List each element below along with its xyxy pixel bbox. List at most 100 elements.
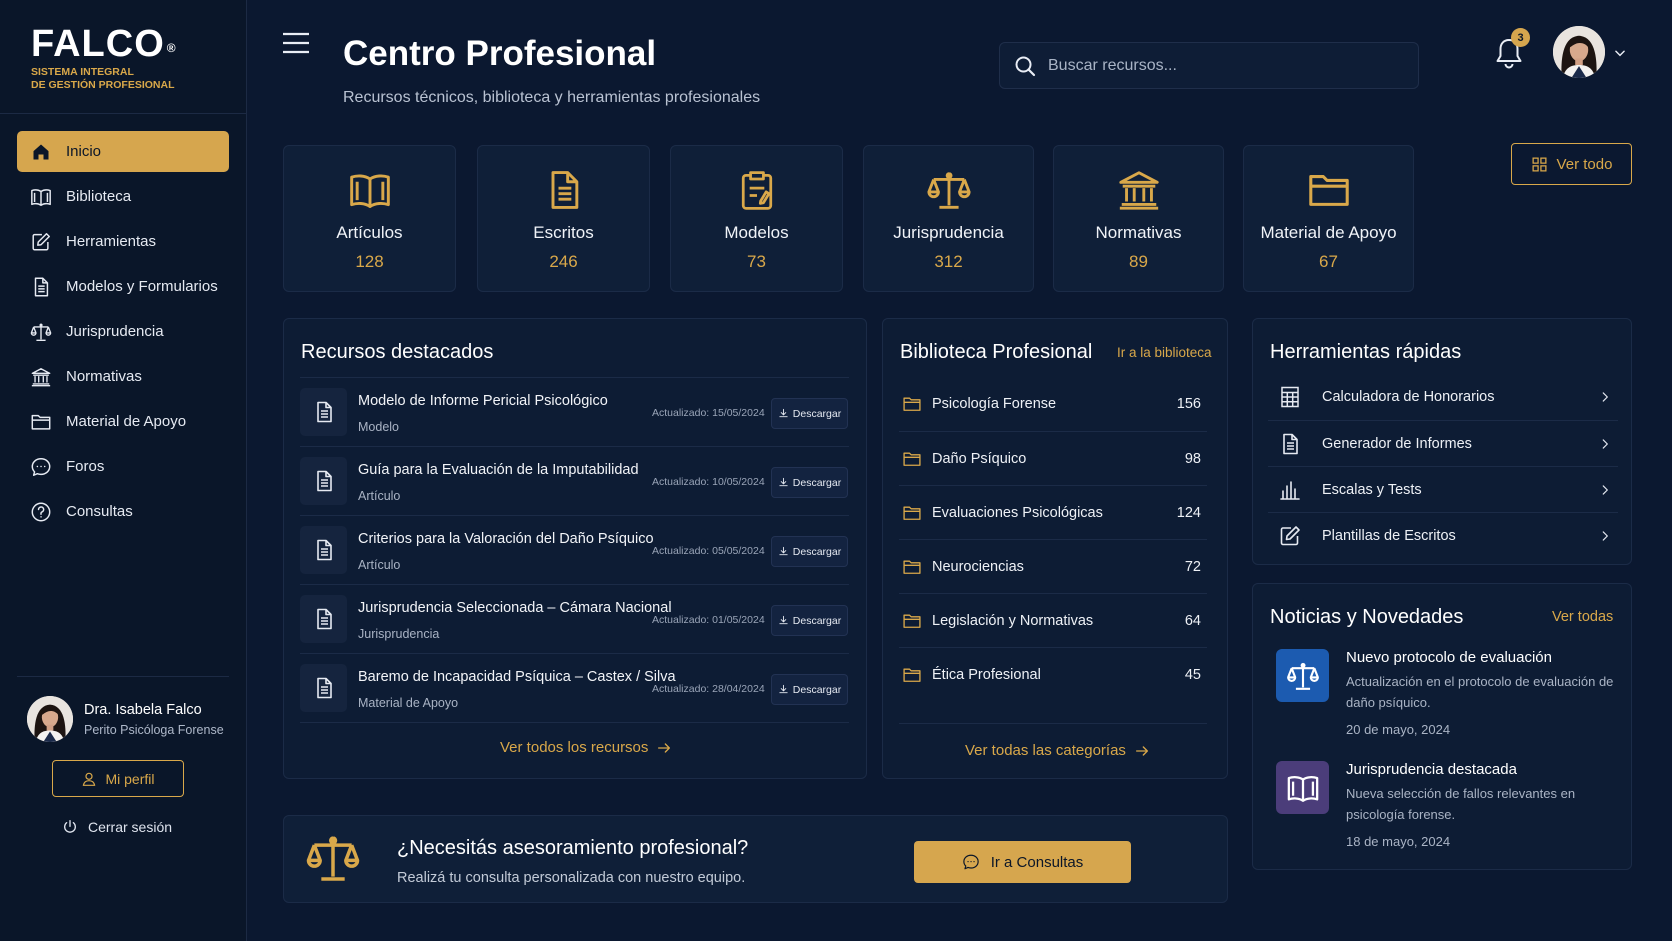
category-card-normativas[interactable]: Normativas 89: [1053, 145, 1224, 292]
news-date: 18 de mayo, 2024: [1346, 834, 1451, 849]
tool-row-calculadora[interactable]: Calculadora de Honorarios: [1268, 374, 1618, 420]
library-category-count: 98: [1184, 450, 1201, 467]
sidebar: FALCO ® SISTEMA INTEGRAL DE GESTIÓN PROFE…: [0, 0, 247, 941]
category-card-modelos[interactable]: Modelos 73: [670, 145, 843, 292]
link-label: Ver todas las categorías: [965, 742, 1126, 759]
user-menu-dropdown[interactable]: [1613, 46, 1627, 60]
category-name: Escritos: [533, 223, 594, 242]
search-bar[interactable]: [999, 42, 1419, 89]
user-avatar-button[interactable]: [1553, 26, 1605, 78]
resource-row[interactable]: Jurisprudencia Seleccionada – Cámara Nac…: [300, 584, 849, 653]
library-category-count: 45: [1184, 666, 1201, 683]
library-category-row[interactable]: Evaluaciones Psicológicas 124: [899, 485, 1207, 539]
download-button[interactable]: Descargar: [771, 398, 848, 429]
home-icon: [30, 141, 52, 163]
sidebar-item-biblioteca[interactable]: Biblioteca: [17, 176, 229, 217]
tool-row-escalas[interactable]: Escalas y Tests: [1268, 466, 1618, 512]
resource-date: Actualizado: 15/05/2024: [652, 407, 765, 419]
book-icon: [346, 166, 394, 214]
resource-title: Jurisprudencia Seleccionada – Cámara Nac…: [358, 600, 672, 616]
resource-row[interactable]: Baremo de Incapacidad Psíquica – Castex …: [300, 653, 849, 722]
download-label: Descargar: [792, 407, 842, 420]
download-button[interactable]: Descargar: [771, 674, 848, 705]
sidebar-item-foros[interactable]: Foros: [17, 446, 229, 487]
resource-type: Jurisprudencia: [358, 627, 440, 641]
resource-type: Modelo: [358, 420, 399, 434]
resource-type: Artículo: [358, 489, 401, 503]
edit-icon: [1278, 524, 1302, 548]
library-category-row[interactable]: Psicología Forense 156: [899, 377, 1207, 431]
logout-button[interactable]: Cerrar sesión: [62, 819, 172, 835]
sidebar-item-label: Material de Apoyo: [66, 413, 187, 430]
category-card-articulos[interactable]: Artículos 128: [283, 145, 456, 292]
library-category-row[interactable]: Legislación y Normativas 64: [899, 593, 1207, 647]
chat-icon: [962, 853, 980, 871]
download-button[interactable]: Descargar: [771, 605, 848, 636]
news-title: Jurisprudencia destacada: [1346, 761, 1517, 778]
resource-row[interactable]: Modelo de Informe Pericial Psicológico M…: [300, 377, 849, 446]
resource-row[interactable]: Criterios para la Valoración del Daño Ps…: [300, 515, 849, 584]
news-date: 20 de mayo, 2024: [1346, 722, 1451, 737]
grid-icon: [1531, 156, 1548, 173]
download-button[interactable]: Descargar: [771, 536, 848, 567]
category-card-escritos[interactable]: Escritos 246: [477, 145, 650, 292]
go-to-consultations-button[interactable]: Ir a Consultas: [914, 841, 1131, 883]
library-category-row[interactable]: Daño Psíquico 98: [899, 431, 1207, 485]
sidebar-item-inicio[interactable]: Inicio: [17, 131, 229, 172]
go-to-library-link[interactable]: Ir a la biblioteca: [1117, 345, 1212, 360]
view-all-button[interactable]: Ver todo: [1511, 143, 1632, 185]
sidebar-item-normativas[interactable]: Normativas: [17, 356, 229, 397]
calculator-icon: [1278, 385, 1302, 409]
cta-button-label: Ir a Consultas: [990, 853, 1084, 871]
tool-row-plantillas[interactable]: Plantillas de Escritos: [1268, 512, 1618, 558]
library-panel: Biblioteca Profesional Ir a la bibliotec…: [882, 318, 1228, 779]
page-title: Centro Profesional: [343, 34, 657, 73]
news-title: Nuevo protocolo de evaluación: [1346, 649, 1552, 666]
sidebar-item-consultas[interactable]: Consultas: [17, 491, 229, 532]
sidebar-item-label: Modelos y Formularios: [66, 278, 218, 295]
tool-name: Calculadora de Honorarios: [1322, 389, 1495, 405]
view-all-categories-link[interactable]: Ver todas las categorías: [965, 742, 1150, 759]
document-icon: [300, 664, 347, 712]
edit-icon: [30, 231, 52, 253]
bar-chart-icon: [1278, 478, 1302, 502]
my-profile-label: Mi perfil: [105, 770, 155, 787]
news-item[interactable]: Jurisprudencia destacada Nueva selección…: [1276, 761, 1621, 856]
document-icon: [300, 457, 347, 505]
library-category-name: Ética Profesional: [932, 666, 1041, 683]
search-input[interactable]: [1048, 56, 1388, 75]
resource-title: Guía para la Evaluación de la Imputabili…: [358, 462, 639, 478]
sidebar-divider: [17, 676, 229, 677]
category-card-material[interactable]: Material de Apoyo 67: [1243, 145, 1414, 292]
tool-name: Generador de Informes: [1322, 435, 1472, 452]
menu-toggle-button[interactable]: [283, 32, 309, 54]
quick-tools-panel: Herramientas rápidas Calculadora de Hono…: [1252, 318, 1632, 565]
building-icon: [30, 366, 52, 388]
sidebar-item-material[interactable]: Material de Apoyo: [17, 401, 229, 442]
news-description: Actualización en el protocolo de evaluac…: [1346, 674, 1614, 710]
folder-icon: [902, 449, 922, 469]
tool-row-generador[interactable]: Generador de Informes: [1268, 420, 1618, 466]
view-all-news-link[interactable]: Ver todas: [1552, 609, 1613, 625]
view-all-resources-link[interactable]: Ver todos los recursos: [500, 739, 672, 756]
link-label: Ver todas: [1552, 609, 1614, 625]
resource-row[interactable]: Guía para la Evaluación de la Imputabili…: [300, 446, 849, 515]
download-button[interactable]: Descargar: [771, 467, 848, 498]
document-icon: [300, 595, 347, 643]
chevron-right-icon: [1598, 437, 1612, 451]
download-icon: [778, 408, 789, 419]
sidebar-item-jurisprudencia[interactable]: Jurisprudencia: [17, 311, 229, 352]
my-profile-button[interactable]: Mi perfil: [52, 760, 184, 797]
library-category-row[interactable]: Ética Profesional 45: [899, 647, 1207, 701]
news-item[interactable]: Nuevo protocolo de evaluación Actualizac…: [1276, 649, 1621, 744]
panel-title: Herramientas rápidas: [1270, 341, 1462, 363]
divider: [300, 722, 849, 723]
news-description: Nueva selección de fallos relevantes en …: [1346, 786, 1576, 822]
sidebar-item-herramientas[interactable]: Herramientas: [17, 221, 229, 262]
library-category-name: Neurociencias: [932, 558, 1024, 575]
library-category-row[interactable]: Neurociencias 72: [899, 539, 1207, 593]
brand-logo[interactable]: FALCO ® SISTEMA INTEGRAL DE GESTIÓN PROFE…: [31, 24, 177, 92]
sidebar-item-modelos[interactable]: Modelos y Formularios: [17, 266, 229, 307]
category-card-jurisprudencia[interactable]: Jurisprudencia 312: [863, 145, 1034, 292]
arrow-right-icon: [1134, 743, 1150, 759]
